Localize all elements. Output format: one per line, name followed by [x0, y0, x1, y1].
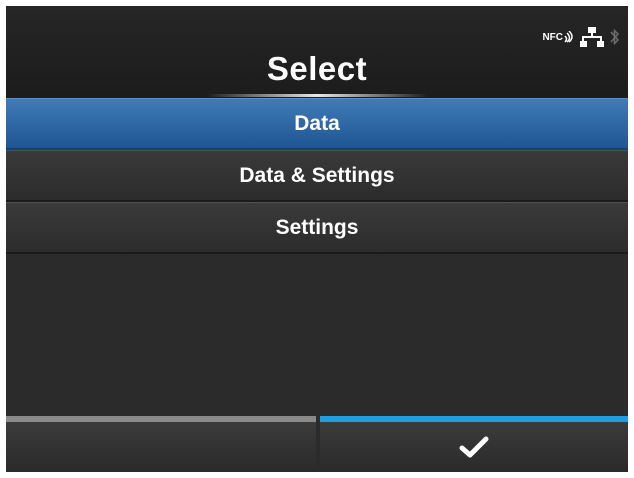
nfc-waves-icon [564, 31, 573, 43]
softkey-bar [6, 416, 628, 472]
list-item-data[interactable]: Data [6, 98, 628, 150]
status-bar: NFC [542, 26, 620, 48]
list-item-label: Data [294, 111, 340, 135]
network-icon [580, 27, 604, 47]
header: NFC Select [6, 6, 628, 98]
select-list: Data Data & Settings Settings [6, 98, 628, 254]
confirm-softkey[interactable] [320, 416, 628, 472]
list-item-label: Settings [275, 215, 359, 239]
left-softkey[interactable] [6, 416, 316, 472]
page-title: Select [266, 50, 368, 87]
title-underline [206, 94, 428, 97]
printer-screen: NFC Select Data Data & Settings Settings [6, 6, 628, 472]
nfc-icon: NFC [542, 31, 574, 43]
checkmark-icon [459, 436, 489, 458]
bluetooth-icon [610, 27, 620, 47]
list-item-data-and-settings[interactable]: Data & Settings [6, 150, 628, 202]
list-item-settings[interactable]: Settings [6, 202, 628, 254]
list-item-label: Data & Settings [239, 163, 395, 187]
nfc-label: NFC [542, 32, 563, 43]
